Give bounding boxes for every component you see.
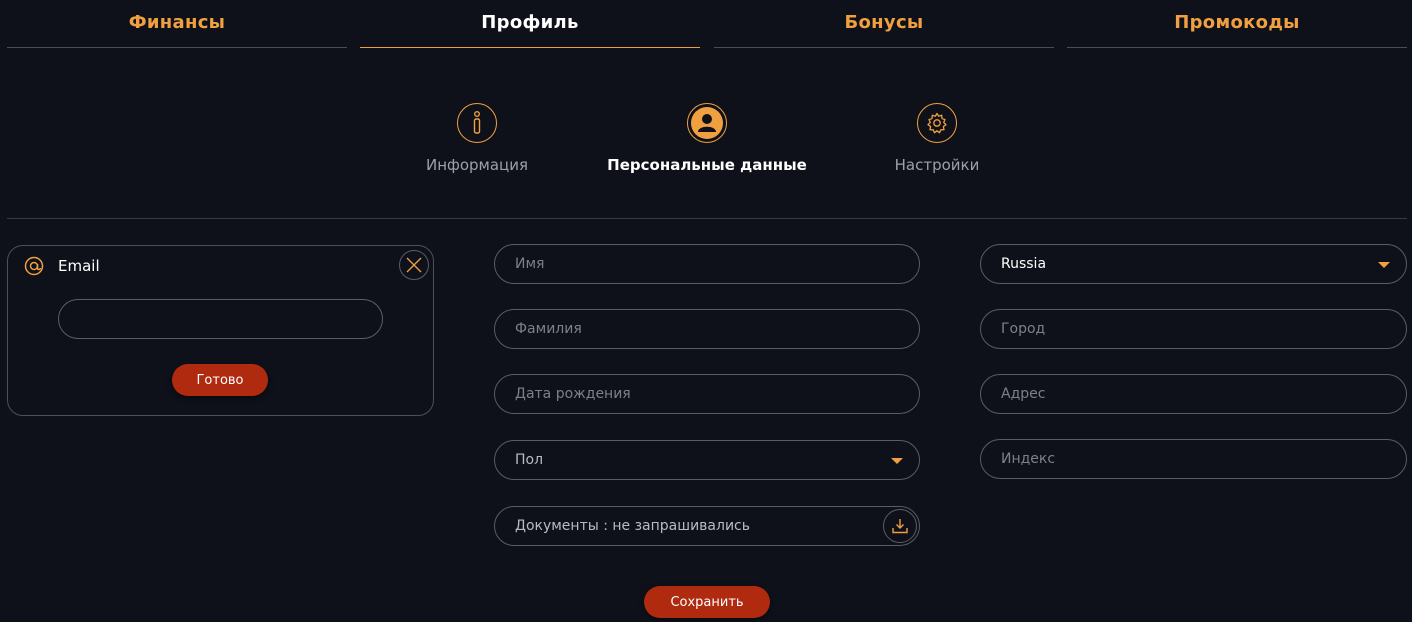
close-button[interactable] — [399, 250, 429, 280]
subtab-information-label: Информация — [425, 156, 529, 174]
gender-select[interactable]: Пол — [494, 440, 920, 480]
documents-status: Документы : не запрашивались — [515, 518, 750, 534]
documents-field: Документы : не запрашивались — [494, 506, 920, 546]
close-icon — [406, 257, 422, 273]
subtab-settings-label: Настройки — [894, 156, 980, 174]
chevron-down-icon — [1378, 262, 1390, 268]
save-button[interactable]: Сохранить — [644, 586, 770, 618]
subtab-personal-data-label: Персональные данные — [607, 156, 807, 174]
first-name-placeholder: Имя — [515, 256, 545, 272]
at-sign-icon — [24, 256, 44, 276]
last-name-placeholder: Фамилия — [515, 321, 582, 337]
tab-profile-label: Профиль — [481, 12, 579, 33]
subtab-information[interactable]: Информация — [367, 103, 587, 174]
tab-promocodes-label: Промокоды — [1174, 12, 1300, 33]
tab-underline — [714, 47, 1054, 48]
birth-date-placeholder: Дата рождения — [515, 386, 631, 402]
city-field[interactable]: Город — [980, 309, 1407, 349]
birth-date-field[interactable]: Дата рождения — [494, 374, 920, 414]
tab-bonuses-label: Бонусы — [844, 12, 924, 33]
upload-document-button[interactable] — [883, 509, 917, 543]
tab-underline-active — [360, 47, 700, 48]
chevron-down-icon — [891, 458, 903, 464]
top-tabs: Финансы Профиль Бонусы Промокоды — [0, 0, 1412, 48]
email-card-title: Email — [58, 257, 100, 275]
tab-finance-label: Финансы — [128, 12, 226, 33]
city-placeholder: Город — [1001, 321, 1046, 337]
email-input[interactable] — [58, 299, 383, 339]
zip-placeholder: Индекс — [1001, 451, 1056, 467]
email-submit-button[interactable]: Готово — [172, 364, 268, 396]
info-icon — [457, 103, 497, 143]
section-divider — [7, 218, 1407, 219]
zip-field[interactable]: Индекс — [980, 439, 1407, 479]
gear-icon — [917, 103, 957, 143]
country-select-value: Russia — [1001, 256, 1047, 272]
subtab-personal-data[interactable]: Персональные данные — [597, 103, 817, 174]
first-name-field[interactable]: Имя — [494, 244, 920, 284]
user-icon — [687, 103, 727, 143]
tab-underline — [1067, 47, 1407, 48]
address-placeholder: Адрес — [1001, 386, 1046, 402]
tab-profile[interactable]: Профиль — [360, 0, 700, 48]
tab-bonuses[interactable]: Бонусы — [714, 0, 1054, 48]
address-field[interactable]: Адрес — [980, 374, 1407, 414]
download-icon — [892, 519, 908, 534]
last-name-field[interactable]: Фамилия — [494, 309, 920, 349]
tab-finance[interactable]: Финансы — [7, 0, 347, 48]
subtab-settings[interactable]: Настройки — [827, 103, 1047, 174]
tab-underline — [7, 47, 347, 48]
gender-select-value: Пол — [515, 452, 544, 468]
email-card: Email Готово — [7, 245, 434, 416]
tab-promocodes[interactable]: Промокоды — [1067, 0, 1407, 48]
country-select[interactable]: Russia — [980, 244, 1407, 284]
